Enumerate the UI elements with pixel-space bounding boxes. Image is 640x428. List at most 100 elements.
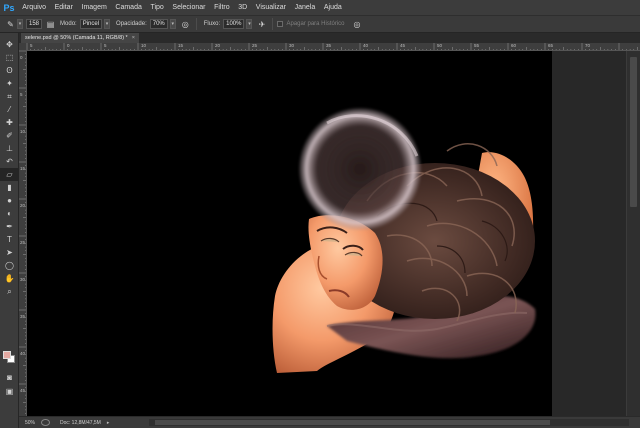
ruler-label: 25 — [20, 240, 26, 245]
ruler-label: 10 — [141, 43, 147, 48]
flow-field[interactable]: 100% — [223, 19, 245, 29]
opacity-dropdown-arrow[interactable]: ▾ — [169, 19, 176, 29]
opacity-label: Opacidade: — [116, 21, 147, 27]
document-tab[interactable]: selene.psd @ 50% (Camada 11, RGB/8) * × — [21, 33, 139, 43]
eraser-tool-icon[interactable]: ▱ — [0, 168, 19, 181]
flow-label: Fluxo: — [203, 21, 221, 27]
mode-select[interactable]: Pincel — [79, 19, 103, 29]
eraser-preset-icon[interactable]: ✎ — [4, 18, 17, 30]
ruler-label: 45 — [400, 43, 406, 48]
horizontal-scrollbar[interactable] — [149, 419, 629, 426]
ruler-label: 35 — [326, 43, 332, 48]
ruler-ticks — [19, 50, 26, 414]
brush-panel-icon[interactable]: ▤ — [44, 18, 57, 30]
ruler-label: 65 — [548, 43, 554, 48]
ruler-corner — [19, 43, 27, 51]
vertical-scroll-thumb[interactable] — [630, 57, 637, 207]
horizontal-scroll-thumb[interactable] — [155, 420, 550, 425]
ruler-label: 30 — [289, 43, 295, 48]
brush-size-field[interactable]: 158 — [26, 19, 43, 29]
hand-tool-icon[interactable]: ✋ — [0, 272, 19, 285]
menu-imagem[interactable]: Imagem — [77, 0, 111, 15]
menu-selecionar[interactable]: Selecionar — [168, 0, 210, 15]
shape-tool-icon[interactable]: ◯ — [0, 259, 19, 272]
menu-tipo[interactable]: Tipo — [146, 0, 168, 15]
healing-brush-tool-icon[interactable]: ✚ — [0, 116, 19, 129]
zoom-level[interactable]: 50% — [19, 420, 41, 426]
airbrush-icon[interactable]: ✈ — [255, 18, 268, 30]
ruler-label: 0 — [67, 43, 70, 48]
menu-editar[interactable]: Editar — [50, 0, 77, 15]
tool-preset-dropdown[interactable]: ▾ — [17, 19, 23, 29]
quick-mask-icon[interactable]: ◙ — [0, 371, 19, 384]
close-tab-icon[interactable]: × — [132, 35, 135, 41]
path-selection-tool-icon[interactable]: ➤ — [0, 246, 19, 259]
ruler-label: 10 — [20, 129, 26, 134]
status-menu-arrow-icon[interactable]: ▸ — [107, 420, 110, 426]
menu-ajuda[interactable]: Ajuda — [320, 0, 347, 15]
menu-visualizar[interactable]: Visualizar — [252, 0, 291, 15]
zoom-tool-icon[interactable]: ⌕ — [0, 285, 19, 298]
menu-3d[interactable]: 3D — [234, 0, 252, 15]
vertical-scrollbar[interactable] — [626, 51, 640, 416]
eyedropper-tool-icon[interactable]: ⁄ — [0, 103, 19, 116]
blur-tool-icon[interactable]: ● — [0, 194, 19, 207]
options-divider — [272, 18, 274, 30]
screen-mode-icon[interactable]: ▣ — [0, 385, 19, 398]
ruler-label: 30 — [20, 277, 26, 282]
mode-label: Modo: — [60, 21, 77, 27]
document-workspace[interactable] — [27, 51, 640, 416]
menu-arquivo[interactable]: Arquivo — [18, 0, 50, 15]
ruler-label: 45 — [20, 388, 26, 393]
menu-janela[interactable]: Janela — [290, 0, 319, 15]
pressure-opacity-icon[interactable]: ◎ — [179, 18, 192, 30]
brush-tool-icon[interactable]: ✐ — [0, 129, 19, 142]
crop-tool-icon[interactable]: ⌗ — [0, 90, 19, 103]
ruler-label: 60 — [511, 43, 517, 48]
ruler-label: 5 — [104, 43, 107, 48]
ruler-label: 15 — [20, 166, 26, 171]
options-bar: ✎ ▾ 158 ▤ Modo: Pincel ▾ Opacidade: 70% … — [0, 15, 640, 33]
opacity-field[interactable]: 70% — [149, 19, 168, 29]
horizontal-ruler[interactable]: 5 0 5 10 15 20 25 30 35 40 45 50 55 60 6… — [27, 43, 640, 51]
document-canvas[interactable] — [27, 51, 552, 416]
type-tool-icon[interactable]: T — [0, 233, 19, 246]
document-tab-bar: selene.psd @ 50% (Camada 11, RGB/8) * × — [19, 33, 640, 43]
ruler-label: 25 — [252, 43, 258, 48]
tools-panel: ✥ ⬚ ʘ ✦ ⌗ ⁄ ✚ ✐ ⊥ ↶ ▱ ▮ ● ◐ ✒ T ➤ ◯ ✋ ⌕ … — [0, 33, 19, 428]
pressure-size-icon[interactable]: ◎ — [351, 18, 364, 30]
menu-camada[interactable]: Camada — [111, 0, 146, 15]
ruler-label: 50 — [437, 43, 443, 48]
vertical-ruler[interactable]: 0 5 10 15 20 25 30 35 40 45 — [19, 43, 27, 416]
history-brush-tool-icon[interactable]: ↶ — [0, 155, 19, 168]
pen-tool-icon[interactable]: ✒ — [0, 220, 19, 233]
foreground-color-swatch[interactable] — [3, 351, 11, 359]
marquee-tool-icon[interactable]: ⬚ — [0, 51, 19, 64]
status-bar: 50% Doc: 12,8M/47,5M ▸ — [19, 416, 640, 428]
dodge-tool-icon[interactable]: ◐ — [0, 207, 19, 220]
ruler-label: 20 — [215, 43, 221, 48]
erase-to-history-label: Apagar para Histórico — [286, 21, 345, 27]
ruler-label: 15 — [178, 43, 184, 48]
status-info-icon[interactable] — [41, 419, 50, 426]
ruler-label: 5 — [20, 92, 23, 97]
ruler-label: 70 — [585, 43, 591, 48]
erase-to-history-checkbox[interactable] — [277, 21, 284, 27]
ruler-label: 5 — [30, 43, 33, 48]
quick-selection-tool-icon[interactable]: ✦ — [0, 77, 19, 90]
gradient-tool-icon[interactable]: ▮ — [0, 181, 19, 194]
ruler-label: 0 — [20, 55, 23, 60]
flow-dropdown-arrow[interactable]: ▾ — [246, 19, 253, 29]
lasso-tool-icon[interactable]: ʘ — [0, 64, 19, 77]
ruler-label: 40 — [20, 351, 26, 356]
ruler-label: 35 — [20, 314, 26, 319]
menu-bar: Ps Arquivo Editar Imagem Camada Tipo Sel… — [0, 0, 640, 15]
options-divider — [195, 18, 197, 30]
photoshop-logo: Ps — [3, 2, 15, 13]
ruler-label: 40 — [363, 43, 369, 48]
mode-dropdown-arrow[interactable]: ▾ — [104, 19, 111, 29]
document-tab-title: selene.psd @ 50% (Camada 11, RGB/8) * — [25, 35, 128, 41]
clone-stamp-tool-icon[interactable]: ⊥ — [0, 142, 19, 155]
move-tool-icon[interactable]: ✥ — [0, 38, 19, 51]
menu-filtro[interactable]: Filtro — [210, 0, 234, 15]
